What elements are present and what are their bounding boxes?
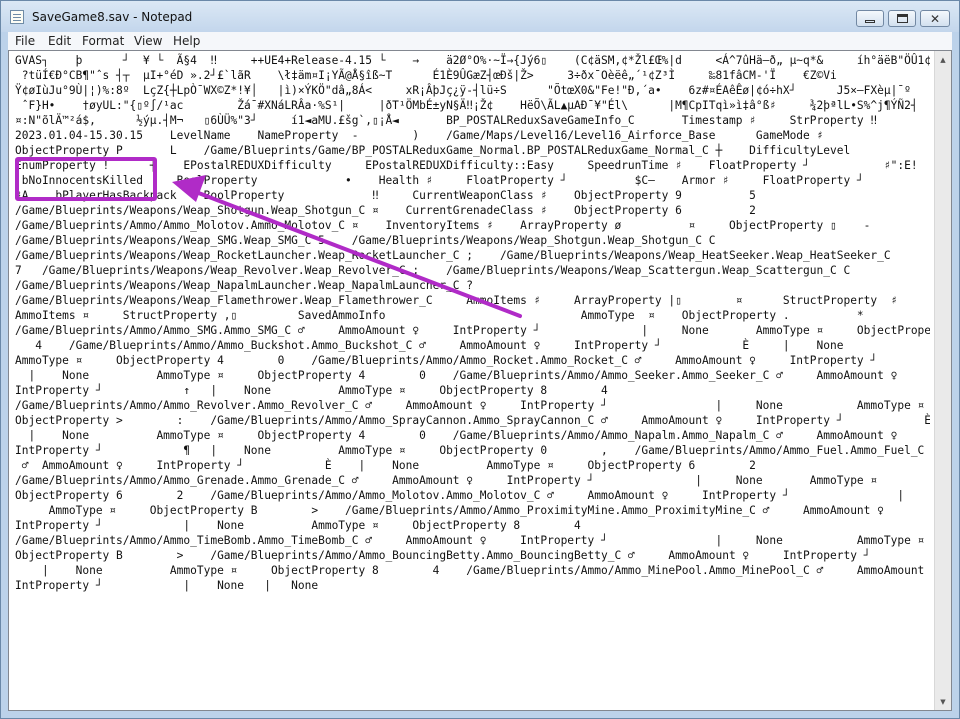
title-bar[interactable]: SaveGame8.sav - Notepad ✕ bbox=[1, 1, 959, 32]
text-line: ObjectProperty P L /Game/Blueprints/Game… bbox=[15, 144, 851, 157]
text-line: ¤:N"õlÄ™²á$, ½ýµ.┤M¬ ▯6ÙÜ%"3┘ í1◄aMU.£šg… bbox=[15, 114, 930, 127]
text-line: /Game/Blueprints/Ammo/Ammo_Grenade.Ammo_… bbox=[15, 474, 878, 487]
menu-file[interactable]: File bbox=[15, 34, 35, 48]
text-line: ?tüÍ€Ð°CB¶"ˆs ┤┬ µI+°éD ».2┘£`lãR \ł‡äm¤… bbox=[15, 69, 837, 82]
text-line: /Game/Blueprints/Ammo/Ammo_Molotov.Ammo_… bbox=[15, 219, 871, 232]
maximize-icon bbox=[896, 14, 908, 23]
text-line: AmmoItems ¤ StructProperty ,▯ SavedAmmoI… bbox=[15, 309, 864, 322]
scroll-up-arrow-icon[interactable]: ▲ bbox=[935, 51, 951, 68]
text-line: | None AmmoType ¤ ObjectProperty 4 0 /Ga… bbox=[15, 429, 898, 442]
menu-bar: File Edit Format View Help bbox=[8, 32, 952, 50]
text-content[interactable]: GVAS┐ þ ┘ ¥ └ Ã§4 ‼ ++UE4+Release-4.15 └… bbox=[15, 53, 930, 708]
text-line: 2023.01.04-15.30.15 LevelName NameProper… bbox=[15, 129, 824, 142]
text-line: Ÿ¢øIùJu°9Ù|¦)%:8º LçZ{┼LpÒ¯WX©Z*!¥│ |ì)×… bbox=[15, 84, 911, 97]
text-line: IntProperty ┘ | None AmmoType ¤ ObjectPr… bbox=[15, 519, 581, 532]
close-icon: ✕ bbox=[929, 11, 941, 26]
scroll-down-arrow-icon[interactable]: ▼ bbox=[935, 693, 951, 710]
text-line: /Game/Blueprints/Ammo/Ammo_SMG.Ammo_SMG_… bbox=[15, 324, 930, 337]
text-line: /Game/Blueprints/Weapons/Weap_SMG.Weap_S… bbox=[15, 234, 716, 247]
text-line: ObjectProperty 6 2 /Game/Blueprints/Ammo… bbox=[15, 489, 930, 502]
highlight-box bbox=[15, 157, 157, 201]
text-line: ObjectProperty > : /Game/Blueprints/Ammo… bbox=[15, 414, 930, 427]
minimize-button[interactable] bbox=[856, 10, 884, 27]
notepad-icon bbox=[10, 10, 24, 24]
text-line: AmmoType ¤ ObjectProperty 4 0 /Game/Blue… bbox=[15, 354, 930, 367]
window-title: SaveGame8.sav - Notepad bbox=[32, 10, 193, 24]
menu-format[interactable]: Format bbox=[82, 34, 124, 48]
maximize-button[interactable] bbox=[888, 10, 916, 27]
text-line: ˆF}H• †øyUL:"{▯º∫/¹ac Žá¯#XNáLRÂa·%S¹| |… bbox=[15, 99, 930, 112]
text-line: /Game/Blueprints/Ammo/Ammo_Revolver.Ammo… bbox=[15, 399, 925, 412]
text-line: GVAS┐ þ ┘ ¥ └ Ã§4 ‼ ++UE4+Release-4.15 └… bbox=[15, 54, 930, 67]
text-line: /Game/Blueprints/Weapons/Weap_RocketLaun… bbox=[15, 249, 891, 262]
text-line: /Game/Blueprints/Ammo/Ammo_TimeBomb.Ammo… bbox=[15, 534, 925, 547]
notepad-window: SaveGame8.sav - Notepad ✕ File Edit Form… bbox=[0, 0, 960, 719]
menu-edit[interactable]: Edit bbox=[48, 34, 71, 48]
menu-view[interactable]: View bbox=[134, 34, 162, 48]
text-editor[interactable]: GVAS┐ þ ┘ ¥ └ Ã§4 ‼ ++UE4+Release-4.15 └… bbox=[8, 50, 952, 711]
text-line: 7 /Game/Blueprints/Weapons/Weap_Revolver… bbox=[15, 264, 851, 277]
close-button[interactable]: ✕ bbox=[920, 10, 950, 27]
text-line: IntProperty ┘ | None | None bbox=[15, 579, 319, 592]
minimize-icon bbox=[865, 20, 875, 23]
text-line: 4 /Game/Blueprints/Ammo/Ammo_Buckshot.Am… bbox=[15, 339, 844, 352]
text-line: IntProperty ┘ ↑ | None AmmoType ¤ Object… bbox=[15, 384, 608, 397]
text-line: | None AmmoType ¤ ObjectProperty 4 0 /Ga… bbox=[15, 369, 898, 382]
text-line: ObjectProperty B > /Game/Blueprints/Ammo… bbox=[15, 549, 871, 562]
text-line: /Game/Blueprints/Weapons/Weap_NapalmLaun… bbox=[15, 279, 474, 292]
text-line: IntProperty ┘ ¶ | None AmmoType ¤ Object… bbox=[15, 444, 925, 457]
text-line: | None AmmoType ¤ ObjectProperty 8 4 /Ga… bbox=[15, 564, 930, 577]
vertical-scrollbar[interactable]: ▲ ▼ bbox=[934, 51, 951, 710]
menu-help[interactable]: Help bbox=[173, 34, 200, 48]
text-line: ♂ AmmoAmount ♀ IntProperty ┘ È | None Am… bbox=[15, 459, 756, 472]
text-line: /Game/Blueprints/Weapons/Weap_Shotgun.We… bbox=[15, 204, 756, 217]
text-line: AmmoType ¤ ObjectProperty B > /Game/Blue… bbox=[15, 504, 884, 517]
text-line: /Game/Blueprints/Weapons/Weap_Flamethrow… bbox=[15, 294, 898, 307]
